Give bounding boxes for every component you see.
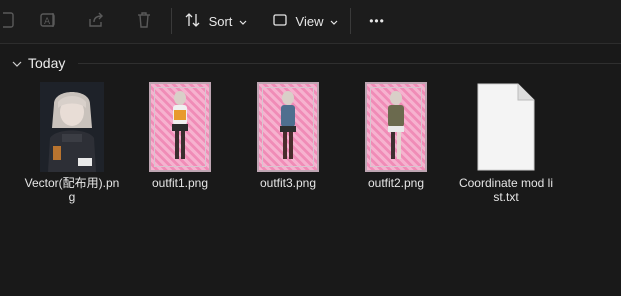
file-item-vector[interactable]: Vector(配布用).png: [22, 80, 122, 204]
image-thumbnail-icon: [257, 82, 319, 172]
file-item-outfit1[interactable]: outfit1.png: [130, 80, 230, 190]
group-header-today[interactable]: Today: [12, 53, 65, 73]
view-label: View: [295, 13, 324, 29]
file-name: outfit2.png: [367, 176, 425, 190]
new-item-button[interactable]: [0, 7, 20, 35]
file-thumbnail: [22, 80, 122, 174]
command-bar: A Sort View •••: [0, 0, 621, 44]
file-item-outfit3[interactable]: outfit3.png: [238, 80, 338, 190]
view-icon: [272, 13, 288, 30]
share-button[interactable]: [82, 7, 110, 35]
chevron-down-icon: [12, 55, 22, 71]
file-name: outfit1.png: [151, 176, 209, 190]
sort-label: Sort: [208, 13, 233, 29]
more-options-icon: •••: [369, 14, 385, 28]
image-thumbnail-icon: [149, 82, 211, 172]
file-thumbnail: [238, 80, 338, 174]
file-item-coordinate-mod-list[interactable]: Coordinate mod list.txt: [456, 80, 556, 204]
text-document-icon: [474, 82, 538, 172]
svg-text:A: A: [44, 17, 51, 27]
sort-icon: [185, 12, 201, 31]
image-thumbnail-icon: [365, 82, 427, 172]
toolbar-divider: [350, 8, 351, 34]
new-item-icon: [0, 11, 17, 32]
chevron-down-icon: [239, 14, 247, 29]
toolbar-divider: [171, 8, 172, 34]
share-icon: [87, 11, 105, 32]
file-thumbnail: [456, 80, 556, 174]
delete-button[interactable]: [130, 7, 158, 35]
file-item-outfit2[interactable]: outfit2.png: [346, 80, 446, 190]
image-thumbnail-icon: [40, 82, 104, 172]
chevron-down-icon: [330, 14, 338, 29]
file-name: Coordinate mod list.txt: [458, 176, 554, 204]
rename-button[interactable]: A: [34, 7, 62, 35]
rename-icon: A: [39, 11, 57, 32]
file-name: outfit3.png: [259, 176, 317, 190]
file-thumbnail: [130, 80, 230, 174]
view-button[interactable]: View: [272, 7, 338, 35]
sort-button[interactable]: Sort: [184, 7, 248, 35]
more-options-button[interactable]: •••: [362, 7, 392, 35]
file-thumbnail: [346, 80, 446, 174]
group-label: Today: [28, 55, 66, 71]
group-divider: [78, 63, 621, 64]
trash-icon: [135, 11, 153, 32]
file-name: Vector(配布用).png: [24, 176, 120, 204]
